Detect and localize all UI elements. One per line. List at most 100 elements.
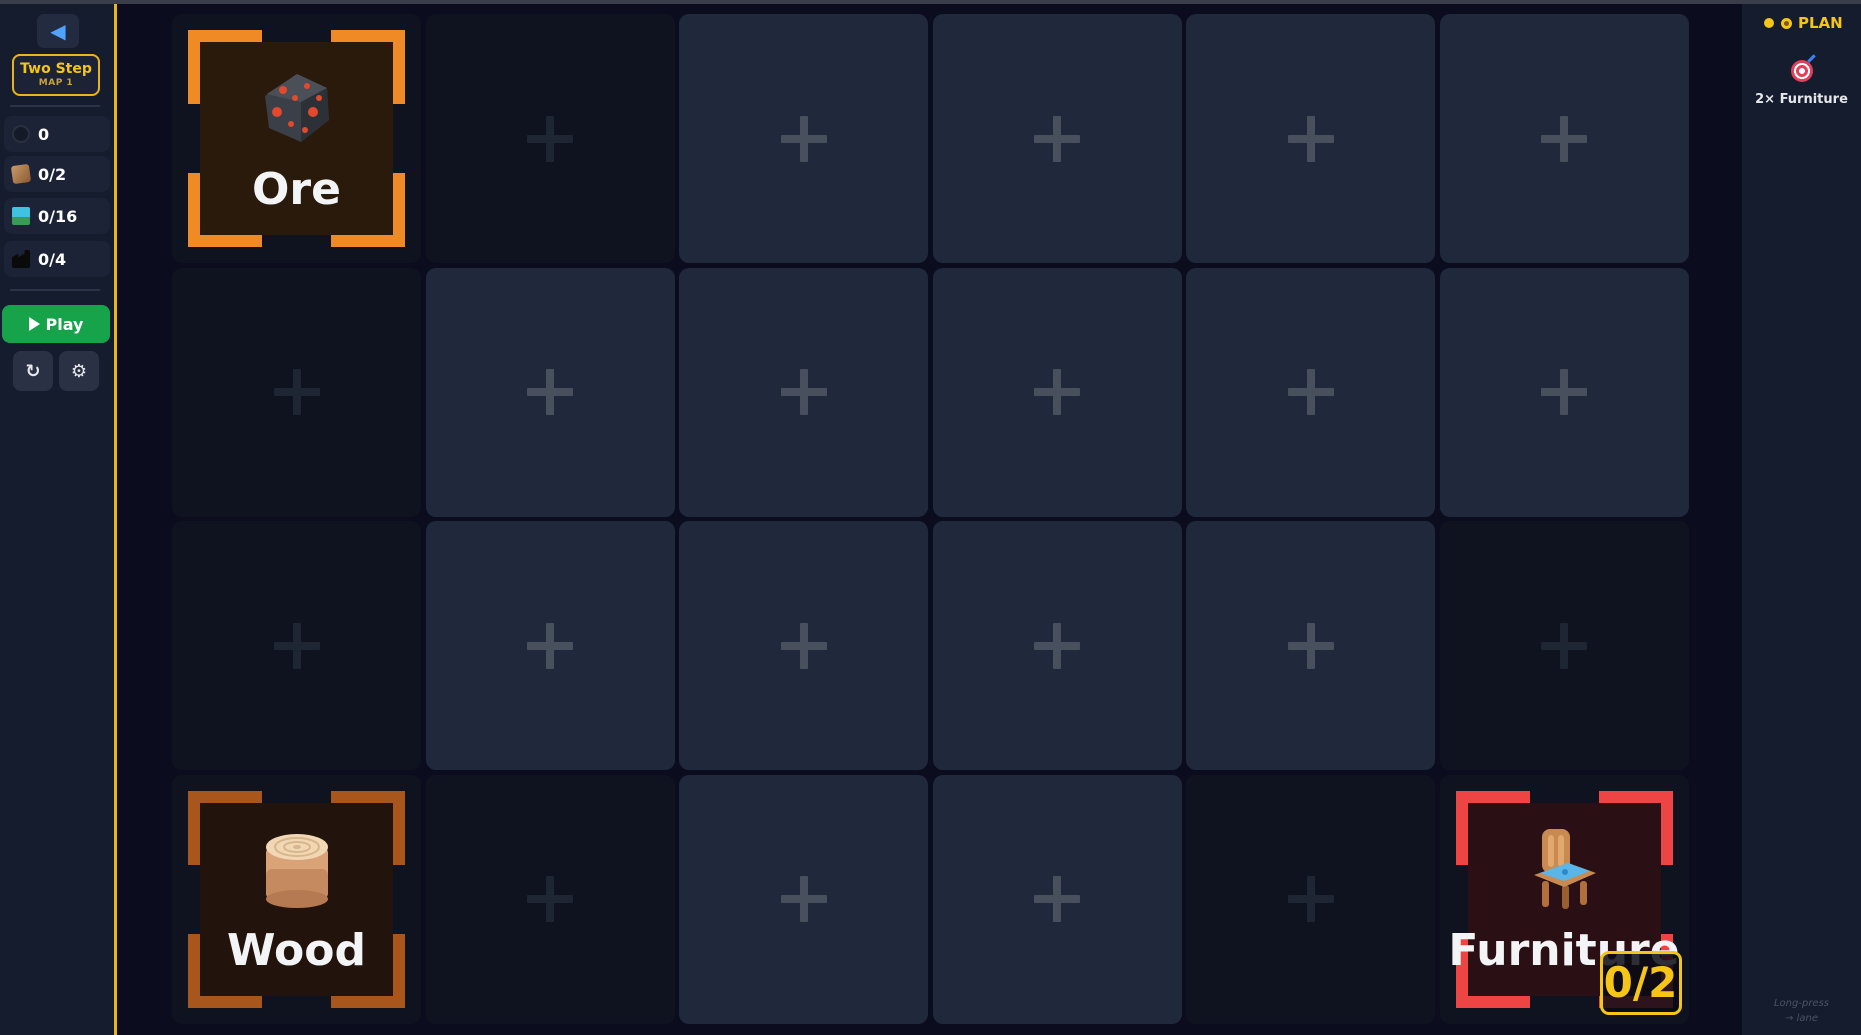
plus-icon (780, 369, 827, 415)
plus-icon (1034, 876, 1080, 922)
plus-icon (780, 622, 827, 669)
corner-bracket (393, 790, 405, 865)
plus-icon (1034, 369, 1080, 415)
node-furniture-icon-wrap (1528, 825, 1600, 915)
blocked-tile (425, 14, 675, 263)
corner-bracket (393, 30, 405, 104)
tile-icon (12, 207, 30, 225)
plus-icon (527, 876, 573, 922)
hint-text: Long-press → lane (1742, 996, 1861, 1026)
stat-time-value: 0 (38, 124, 50, 144)
plus-icon (1034, 115, 1080, 162)
stat-time: 0 (4, 116, 110, 152)
buildable-tile[interactable] (679, 774, 928, 1024)
buildable-tile[interactable] (932, 267, 1182, 517)
blocked-tile (172, 521, 421, 770)
plus-icon (1541, 115, 1587, 162)
stat-factories-value: 0/4 (38, 249, 67, 269)
game-app: ◀ Two Step MAP 1 0 0/2 0/16 0/4 Play ↻ ⚙… (0, 0, 1861, 1035)
factory-icon (12, 250, 30, 268)
back-arrow-icon: ◀ (50, 19, 66, 43)
top-border (0, 0, 1861, 4)
sidebar-divider (10, 105, 100, 107)
delivery-count-badge: 0/2 (1599, 950, 1682, 1015)
plus-icon (527, 369, 573, 415)
plan-title: PLAN (1798, 14, 1843, 32)
level-title: Two Step (20, 61, 92, 77)
plus-icon (1287, 876, 1334, 922)
plus-icon (780, 115, 827, 162)
stat-tiles-value: 0/16 (38, 206, 78, 226)
blocked-tile (172, 267, 421, 517)
wood-log-icon (265, 833, 328, 908)
buildable-tile[interactable] (932, 521, 1182, 770)
plus-icon (527, 622, 573, 669)
buildable-tile[interactable] (1439, 14, 1689, 263)
blocked-tile (1186, 774, 1435, 1024)
blocked-tile (1439, 521, 1689, 770)
node-furniture[interactable]: Furniture 0/2 (1439, 774, 1689, 1024)
node-wood-label: Wood (227, 924, 366, 976)
ore-icon (264, 74, 329, 142)
buildable-tile[interactable] (1186, 521, 1435, 770)
stat-items: 0/2 (4, 156, 110, 192)
buildable-tile[interactable] (425, 267, 675, 517)
plus-icon (273, 622, 320, 669)
corner-bracket (188, 790, 200, 865)
settings-button[interactable]: ⚙ (59, 351, 99, 391)
plus-icon (1541, 369, 1587, 415)
box-icon (10, 163, 32, 185)
gear-icon: ⚙ (70, 360, 88, 382)
buildable-tile[interactable] (932, 14, 1182, 263)
level-subtitle: MAP 1 (38, 78, 74, 88)
play-icon (28, 317, 40, 331)
left-sidebar: ◀ Two Step MAP 1 0 0/2 0/16 0/4 Play ↻ ⚙ (0, 4, 117, 1035)
blocked-tile (425, 774, 675, 1024)
buildable-tile[interactable] (932, 774, 1182, 1024)
plus-icon (1287, 369, 1334, 415)
corner-bracket (1455, 790, 1468, 865)
stat-factories: 0/4 (4, 241, 110, 277)
node-wood-icon-wrap (260, 829, 334, 913)
buildable-tile[interactable] (425, 521, 675, 770)
node-wood[interactable]: Wood (172, 774, 421, 1024)
corner-bracket (188, 30, 200, 104)
hint-line-2: → lane (1785, 1013, 1818, 1024)
reset-icon: ↻ (25, 360, 41, 382)
node-ore-icon-wrap (257, 68, 337, 152)
game-board: Ore Wood Furniture 0/2 (172, 14, 1690, 1026)
stat-tiles: 0/16 (4, 198, 110, 234)
plus-icon (780, 876, 827, 922)
buildable-tile[interactable] (679, 267, 928, 517)
clock-icon (12, 125, 30, 143)
node-ore-label: Ore (252, 164, 341, 215)
plan-panel: PLAN 2× Furniture Long-press → lane (1742, 4, 1861, 1035)
hint-line-1: Long-press (1773, 998, 1829, 1009)
reset-button[interactable]: ↻ (13, 351, 53, 391)
buildable-tile[interactable] (1186, 267, 1435, 517)
level-badge: Two Step MAP 1 (12, 54, 100, 96)
play-label: Play (45, 314, 84, 334)
coin-icon (1781, 17, 1792, 29)
goal-text: 2× Furniture (1755, 92, 1848, 107)
node-ore[interactable]: Ore (172, 14, 421, 263)
stat-items-value: 0/2 (38, 164, 67, 184)
plus-icon (1287, 622, 1334, 669)
status-dot-icon (1764, 18, 1774, 28)
plan-header: PLAN (1764, 14, 1843, 32)
buildable-tile[interactable] (1186, 14, 1435, 263)
buildable-tile[interactable] (679, 521, 928, 770)
sidebar-divider (10, 289, 100, 291)
plus-icon (1541, 622, 1587, 669)
buildable-tile[interactable] (679, 14, 928, 263)
buildable-tile[interactable] (1439, 267, 1689, 517)
plus-icon (527, 115, 573, 162)
back-button[interactable]: ◀ (37, 14, 79, 48)
plus-icon (1034, 622, 1080, 669)
target-icon (1791, 60, 1813, 82)
chair-icon (1534, 828, 1596, 909)
plus-icon (1287, 115, 1334, 162)
corner-bracket (1660, 790, 1673, 865)
play-button[interactable]: Play (2, 305, 110, 343)
plus-icon (273, 369, 320, 415)
